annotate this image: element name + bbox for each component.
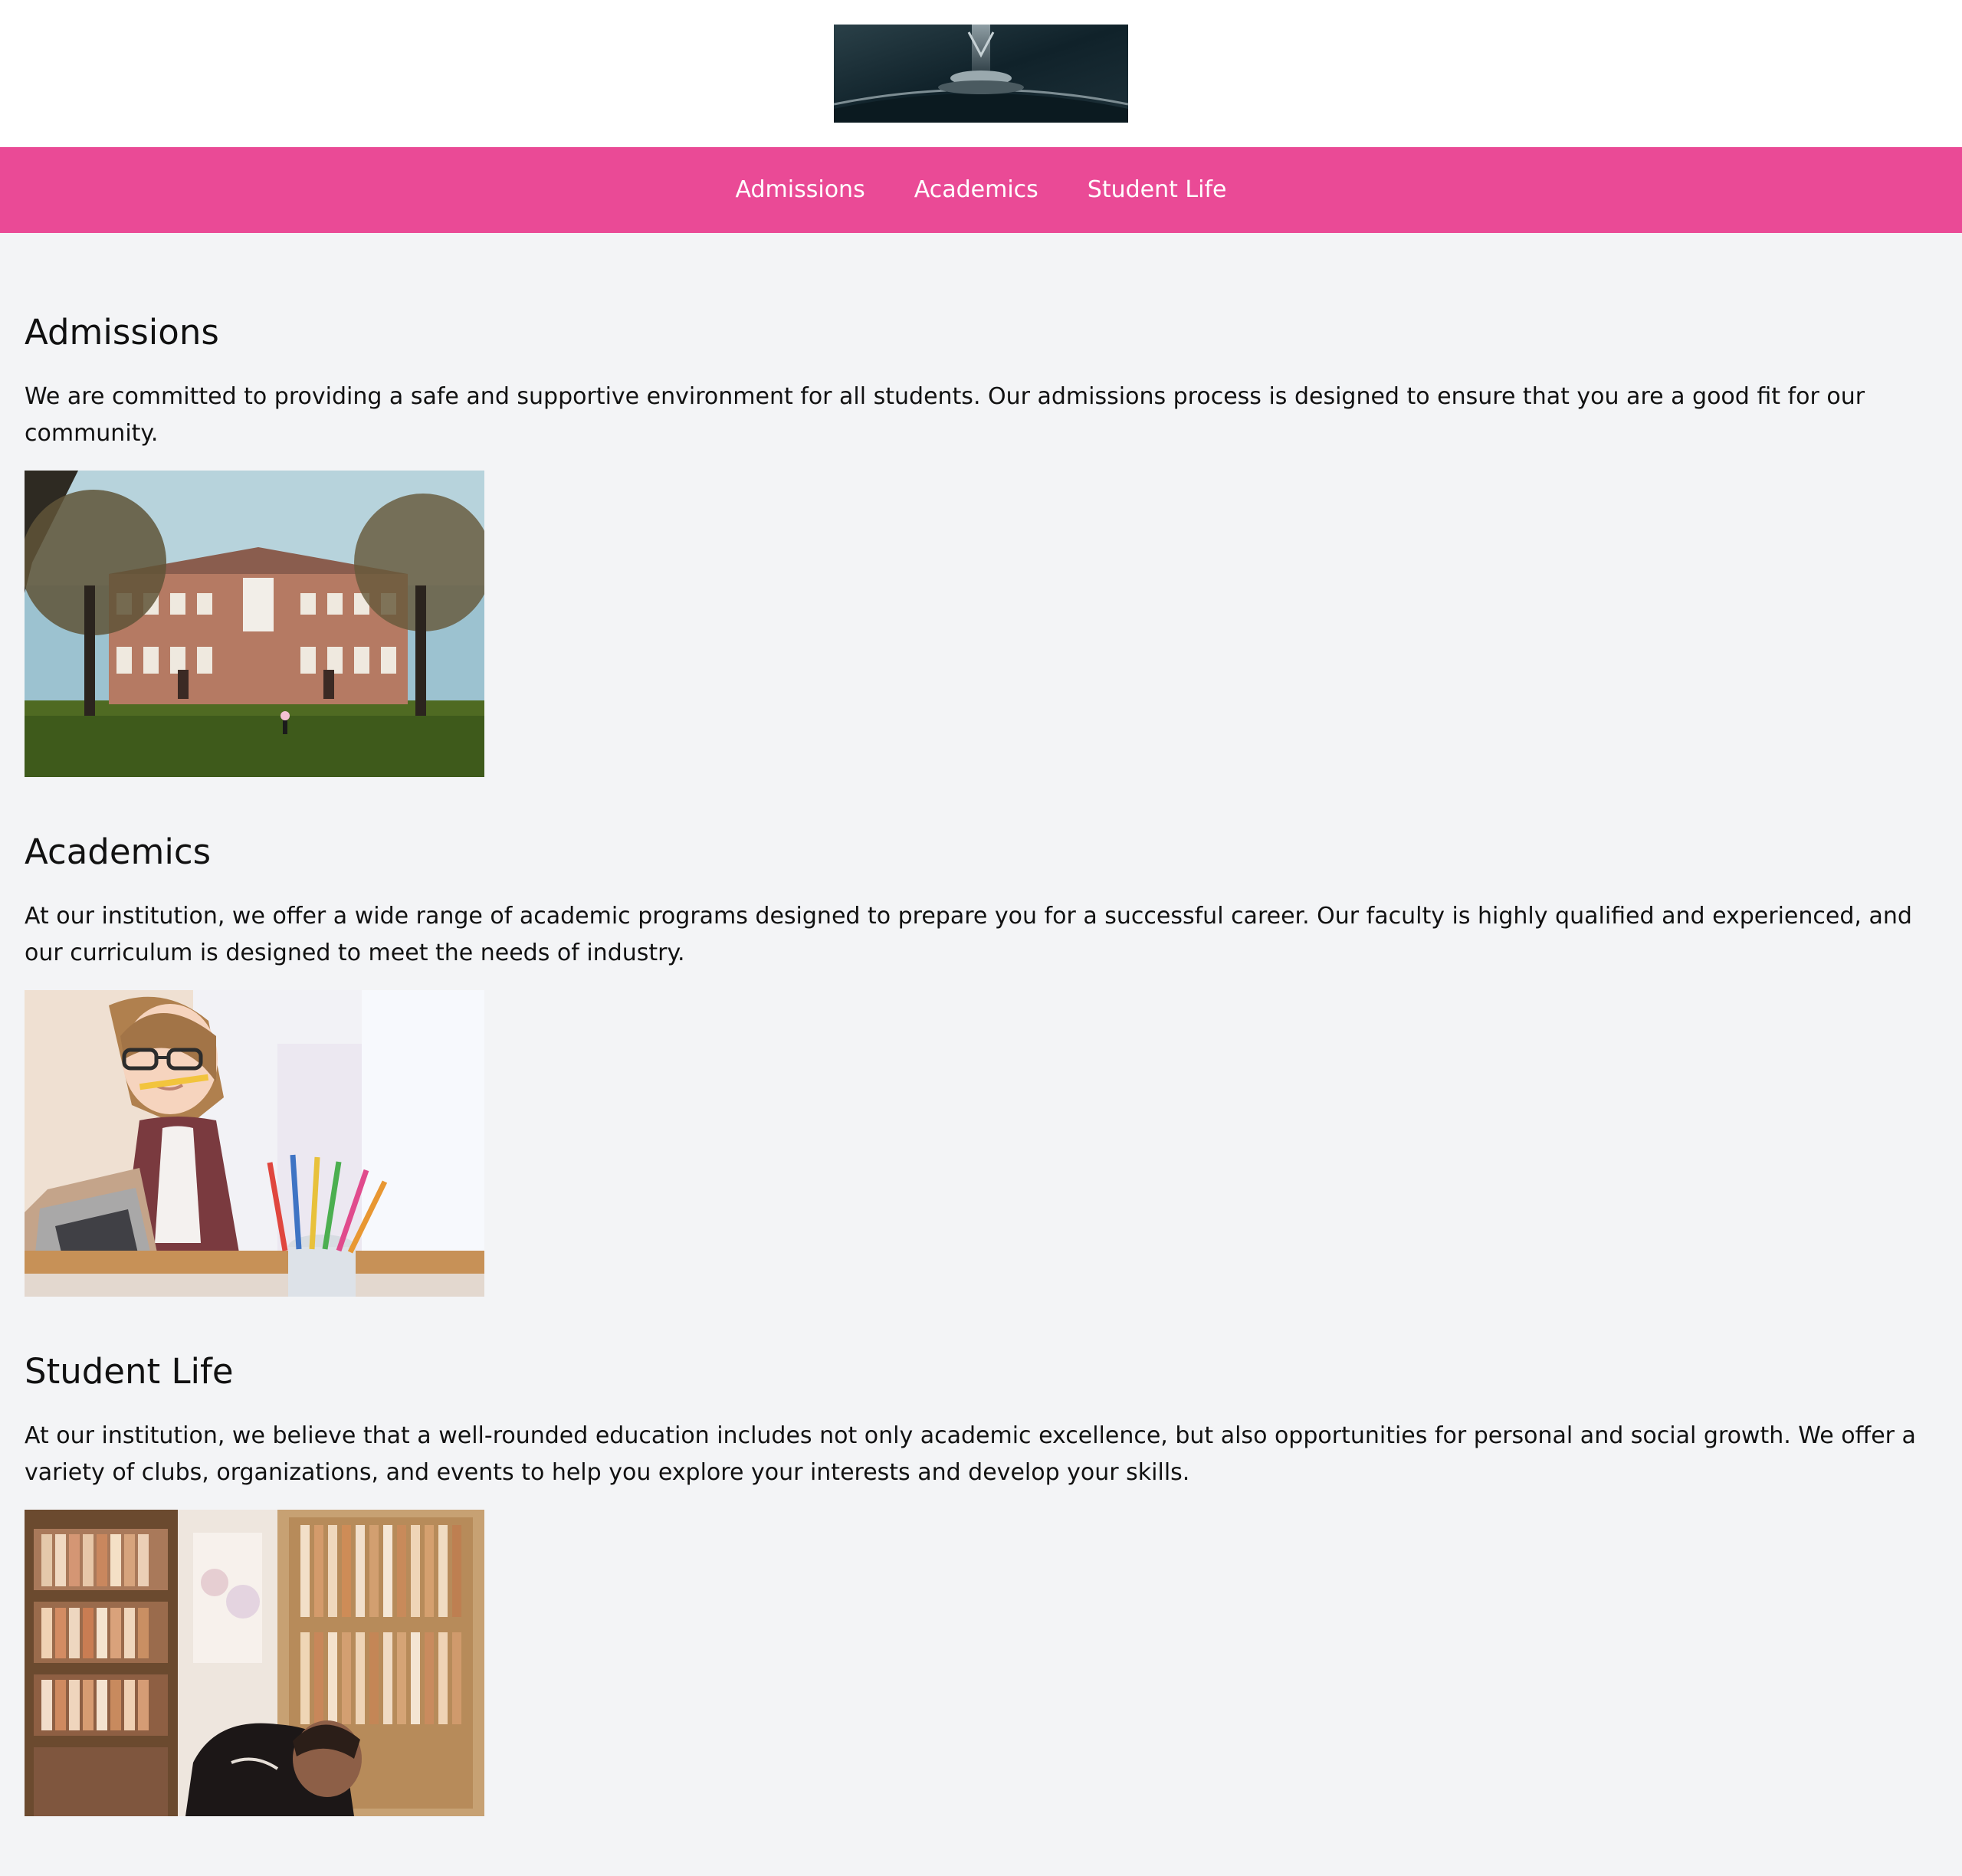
site-header <box>0 0 1962 147</box>
admissions-section: Admissions We are committed to providing… <box>25 307 1937 777</box>
section-title: Student Life <box>25 1350 234 1392</box>
car-hood-ornament-logo <box>834 25 1128 123</box>
section-text: We are committed to providing a safe and… <box>25 382 1865 447</box>
main-content: Admissions We are committed to providing… <box>0 233 1962 1816</box>
campus-building-photo <box>25 470 484 777</box>
nav-link-academics[interactable]: Academics <box>914 179 1038 202</box>
section-text: At our institution, we believe that a we… <box>25 1422 1916 1486</box>
student-life-section: Student Life At our institution, we beli… <box>25 1346 1937 1816</box>
library-student-photo <box>25 1509 484 1816</box>
section-title: Academics <box>25 831 212 872</box>
nav-link-admissions[interactable]: Admissions <box>736 179 865 202</box>
section-title: Admissions <box>25 312 219 353</box>
nav-link-student-life[interactable]: Student Life <box>1088 179 1227 202</box>
main-nav: Admissions Academics Student Life <box>0 147 1962 233</box>
academics-section: Academics At our institution, we offer a… <box>25 826 1937 1297</box>
logo-image[interactable] <box>834 25 1128 123</box>
section-text: At our institution, we offer a wide rang… <box>25 902 1912 966</box>
student-laptop-photo <box>25 989 484 1297</box>
